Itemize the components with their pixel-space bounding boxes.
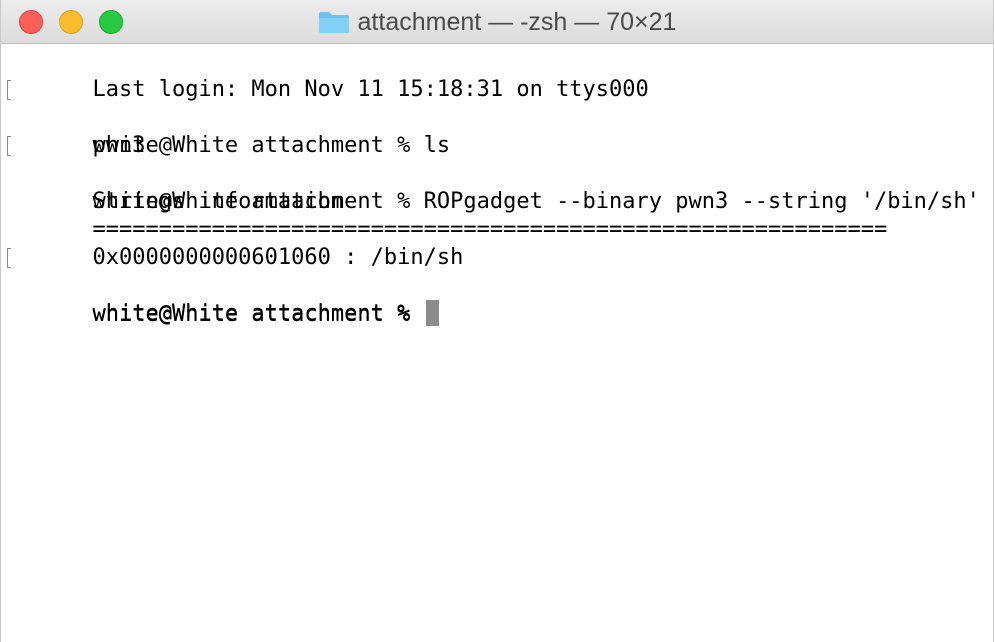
window-title-group: attachment — -zsh — 70×21 [1, 0, 993, 44]
terminal-line: white@White attachment % ls [7, 76, 985, 158]
title-bar[interactable]: attachment — -zsh — 70×21 [1, 0, 993, 44]
folder-icon [318, 10, 350, 34]
command-mark-icon [7, 136, 11, 156]
terminal-line: pwn3 [13, 104, 985, 158]
terminal-output[interactable]: Last login: Mon Nov 11 15:18:31 on ttys0… [7, 48, 985, 642]
terminal-prompt-line[interactable]: white@White attachment % [13, 272, 985, 327]
terminal-line: ========================================… [13, 188, 985, 242]
close-icon[interactable] [19, 10, 43, 34]
prompt-text: white@White attachment % [92, 302, 424, 327]
terminal-line: Strings information [13, 160, 985, 214]
command-mark-icon [7, 80, 11, 100]
zoom-icon[interactable] [99, 10, 123, 34]
terminal-line: white@White attachment % ROPgadget --bin… [7, 132, 985, 214]
terminal-line: 0x0000000000601060 : /bin/sh [13, 216, 985, 270]
terminal-line: white@White attachment % [7, 244, 985, 326]
terminal-line: Last login: Mon Nov 11 15:18:31 on ttys0… [13, 48, 985, 102]
terminal-window: attachment — -zsh — 70×21 Last login: Mo… [0, 0, 994, 642]
command-mark-icon [7, 248, 11, 268]
cursor [425, 300, 439, 326]
minimize-icon[interactable] [59, 10, 83, 34]
window-title: attachment — -zsh — 70×21 [357, 7, 677, 36]
